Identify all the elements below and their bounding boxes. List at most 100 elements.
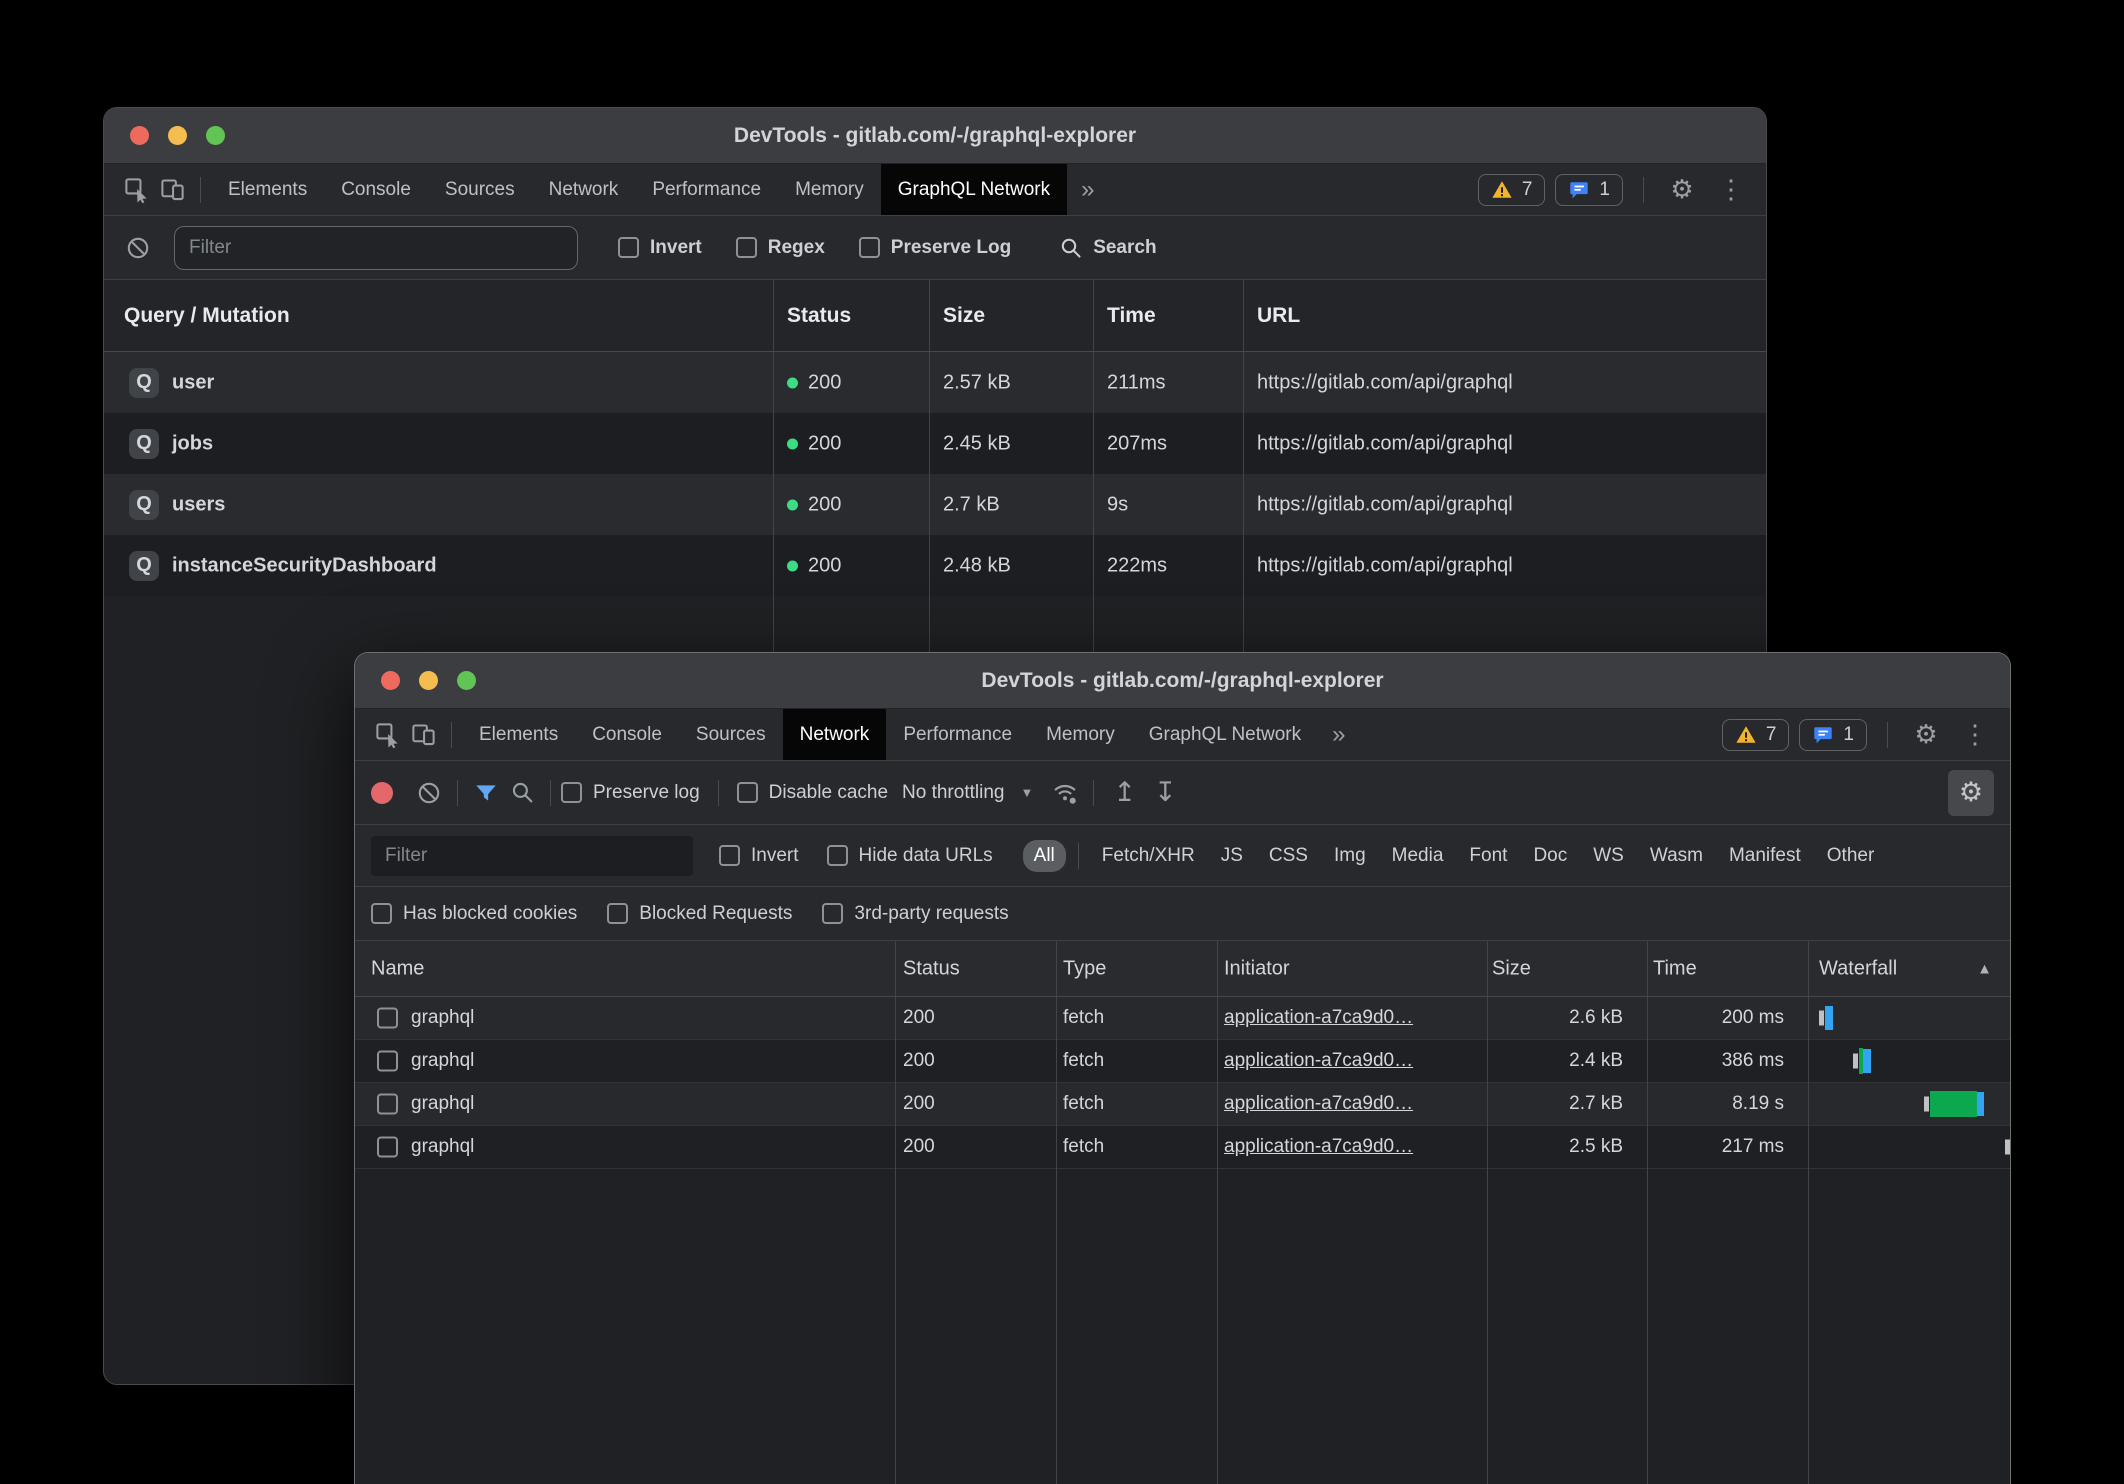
device-toolbar-icon[interactable]: [154, 172, 190, 208]
network-request-row[interactable]: graphql200fetchapplication-a7ca9d0…2.7 k…: [355, 1083, 2010, 1126]
zoom-button[interactable]: [206, 126, 225, 145]
tab-sources[interactable]: Sources: [679, 709, 783, 760]
hide-data-urls-checkbox[interactable]: [827, 845, 848, 866]
3rd-party-requests-checkbox[interactable]: [822, 903, 843, 924]
column-header-initiator[interactable]: Initiator: [1224, 957, 1290, 980]
row-checkbox[interactable]: [377, 1094, 398, 1115]
tab-network[interactable]: Network: [783, 709, 887, 760]
network-request-row[interactable]: graphql200fetchapplication-a7ca9d0…2.4 k…: [355, 1040, 2010, 1083]
tab-memory[interactable]: Memory: [778, 164, 881, 215]
filter-type-other[interactable]: Other: [1816, 840, 1886, 872]
throttling-dropdown[interactable]: No throttling ▼: [902, 782, 1033, 804]
network-conditions-icon[interactable]: [1047, 775, 1083, 811]
blocked-requests-checkbox-group[interactable]: Blocked Requests: [607, 903, 792, 925]
filter-type-all[interactable]: All: [1023, 840, 1066, 872]
filter-type-css[interactable]: CSS: [1258, 840, 1319, 872]
filter-input[interactable]: [371, 836, 693, 876]
blocked-requests-checkbox[interactable]: [607, 903, 628, 924]
preserve-log-checkbox-group[interactable]: Preserve Log: [859, 237, 1011, 259]
has-blocked-cookies-checkbox[interactable]: [371, 903, 392, 924]
network-request-row[interactable]: graphql200fetchapplication-a7ca9d0…2.5 k…: [355, 1126, 2010, 1169]
regex-checkbox-group[interactable]: Regex: [736, 237, 825, 259]
graphql-query-row[interactable]: QinstanceSecurityDashboard2002.48 kB222m…: [104, 535, 1766, 596]
kebab-menu-icon[interactable]: ⋮: [1710, 174, 1752, 205]
disable-cache-checkbox-group[interactable]: Disable cache: [737, 782, 888, 804]
tab-console[interactable]: Console: [575, 709, 679, 760]
tab-sources[interactable]: Sources: [428, 164, 532, 215]
issues-badge[interactable]: 1: [1799, 719, 1867, 751]
row-checkbox[interactable]: [377, 1008, 398, 1029]
minimize-button[interactable]: [168, 126, 187, 145]
has-blocked-cookies-checkbox-group[interactable]: Has blocked cookies: [371, 903, 577, 925]
warnings-badge[interactable]: 7: [1722, 719, 1790, 751]
column-header-waterfall[interactable]: Waterfall: [1819, 957, 1897, 980]
hide-data-urls-checkbox-group[interactable]: Hide data URLs: [827, 845, 993, 867]
filter-type-ws[interactable]: WS: [1582, 840, 1635, 872]
tab-performance[interactable]: Performance: [635, 164, 778, 215]
filter-type-js[interactable]: JS: [1210, 840, 1254, 872]
tab-elements[interactable]: Elements: [462, 709, 575, 760]
search-icon[interactable]: [504, 775, 540, 811]
more-tabs-icon[interactable]: »: [1318, 721, 1359, 749]
tab-performance[interactable]: Performance: [886, 709, 1029, 760]
kebab-menu-icon[interactable]: ⋮: [1954, 719, 1996, 750]
titlebar[interactable]: DevTools - gitlab.com/-/graphql-explorer: [355, 653, 2010, 709]
settings-gear-icon[interactable]: ⚙: [1664, 172, 1700, 208]
record-button[interactable]: [371, 782, 393, 804]
network-request-row[interactable]: graphql200fetchapplication-a7ca9d0…2.6 k…: [355, 997, 2010, 1040]
row-checkbox[interactable]: [377, 1051, 398, 1072]
filter-type-img[interactable]: Img: [1323, 840, 1377, 872]
warnings-badge[interactable]: 7: [1478, 174, 1546, 206]
issues-badge[interactable]: 1: [1555, 174, 1623, 206]
preserve-log-checkbox[interactable]: [859, 237, 880, 258]
network-settings-gear-icon[interactable]: ⚙: [1948, 770, 1994, 816]
clear-icon[interactable]: [411, 775, 447, 811]
graphql-query-row[interactable]: Qusers2002.7 kB9shttps://gitlab.com/api/…: [104, 474, 1766, 535]
filter-type-font[interactable]: Font: [1458, 840, 1518, 872]
filter-type-doc[interactable]: Doc: [1522, 840, 1578, 872]
preserve-log-checkbox[interactable]: [561, 782, 582, 803]
invert-checkbox[interactable]: [719, 845, 740, 866]
column-header-size[interactable]: Size: [1492, 957, 1531, 980]
initiator-link[interactable]: application-a7ca9d0…: [1224, 1050, 1413, 1072]
settings-gear-icon[interactable]: ⚙: [1908, 717, 1944, 753]
column-header-name[interactable]: Name: [371, 957, 424, 980]
column-header-status[interactable]: Status: [903, 957, 960, 980]
3rd-party-requests-checkbox-group[interactable]: 3rd-party requests: [822, 903, 1008, 925]
invert-checkbox-group[interactable]: Invert: [719, 845, 799, 867]
disable-cache-checkbox[interactable]: [737, 782, 758, 803]
invert-checkbox-group[interactable]: Invert: [618, 237, 702, 259]
search-toggle[interactable]: Search: [1059, 236, 1156, 260]
column-header-type[interactable]: Type: [1063, 957, 1106, 980]
close-button[interactable]: [130, 126, 149, 145]
inspect-element-icon[interactable]: [118, 172, 154, 208]
filter-funnel-icon[interactable]: [468, 775, 504, 811]
close-button[interactable]: [381, 671, 400, 690]
import-har-icon[interactable]: ↥: [1104, 777, 1145, 808]
graphql-query-row[interactable]: Quser2002.57 kB211mshttps://gitlab.com/a…: [104, 352, 1766, 413]
titlebar[interactable]: DevTools - gitlab.com/-/graphql-explorer: [104, 108, 1766, 164]
tab-network[interactable]: Network: [532, 164, 636, 215]
graphql-query-row[interactable]: Qjobs2002.45 kB207mshttps://gitlab.com/a…: [104, 413, 1766, 474]
tab-elements[interactable]: Elements: [211, 164, 324, 215]
filter-type-media[interactable]: Media: [1381, 840, 1455, 872]
initiator-link[interactable]: application-a7ca9d0…: [1224, 1007, 1413, 1029]
device-toolbar-icon[interactable]: [405, 717, 441, 753]
initiator-link[interactable]: application-a7ca9d0…: [1224, 1136, 1413, 1158]
more-tabs-icon[interactable]: »: [1067, 176, 1108, 204]
tab-memory[interactable]: Memory: [1029, 709, 1132, 760]
column-header-time[interactable]: Time: [1653, 957, 1697, 980]
row-checkbox[interactable]: [377, 1137, 398, 1158]
export-har-icon[interactable]: ↧: [1145, 777, 1186, 808]
filter-type-fetch-xhr[interactable]: Fetch/XHR: [1091, 840, 1206, 872]
regex-checkbox[interactable]: [736, 237, 757, 258]
clear-icon[interactable]: [120, 230, 156, 266]
tab-graphql-network[interactable]: GraphQL Network: [1132, 709, 1318, 760]
filter-type-wasm[interactable]: Wasm: [1639, 840, 1714, 872]
inspect-element-icon[interactable]: [369, 717, 405, 753]
filter-input[interactable]: [174, 226, 578, 270]
filter-type-manifest[interactable]: Manifest: [1718, 840, 1812, 872]
invert-checkbox[interactable]: [618, 237, 639, 258]
initiator-link[interactable]: application-a7ca9d0…: [1224, 1093, 1413, 1115]
tab-graphql-network[interactable]: GraphQL Network: [881, 164, 1067, 215]
